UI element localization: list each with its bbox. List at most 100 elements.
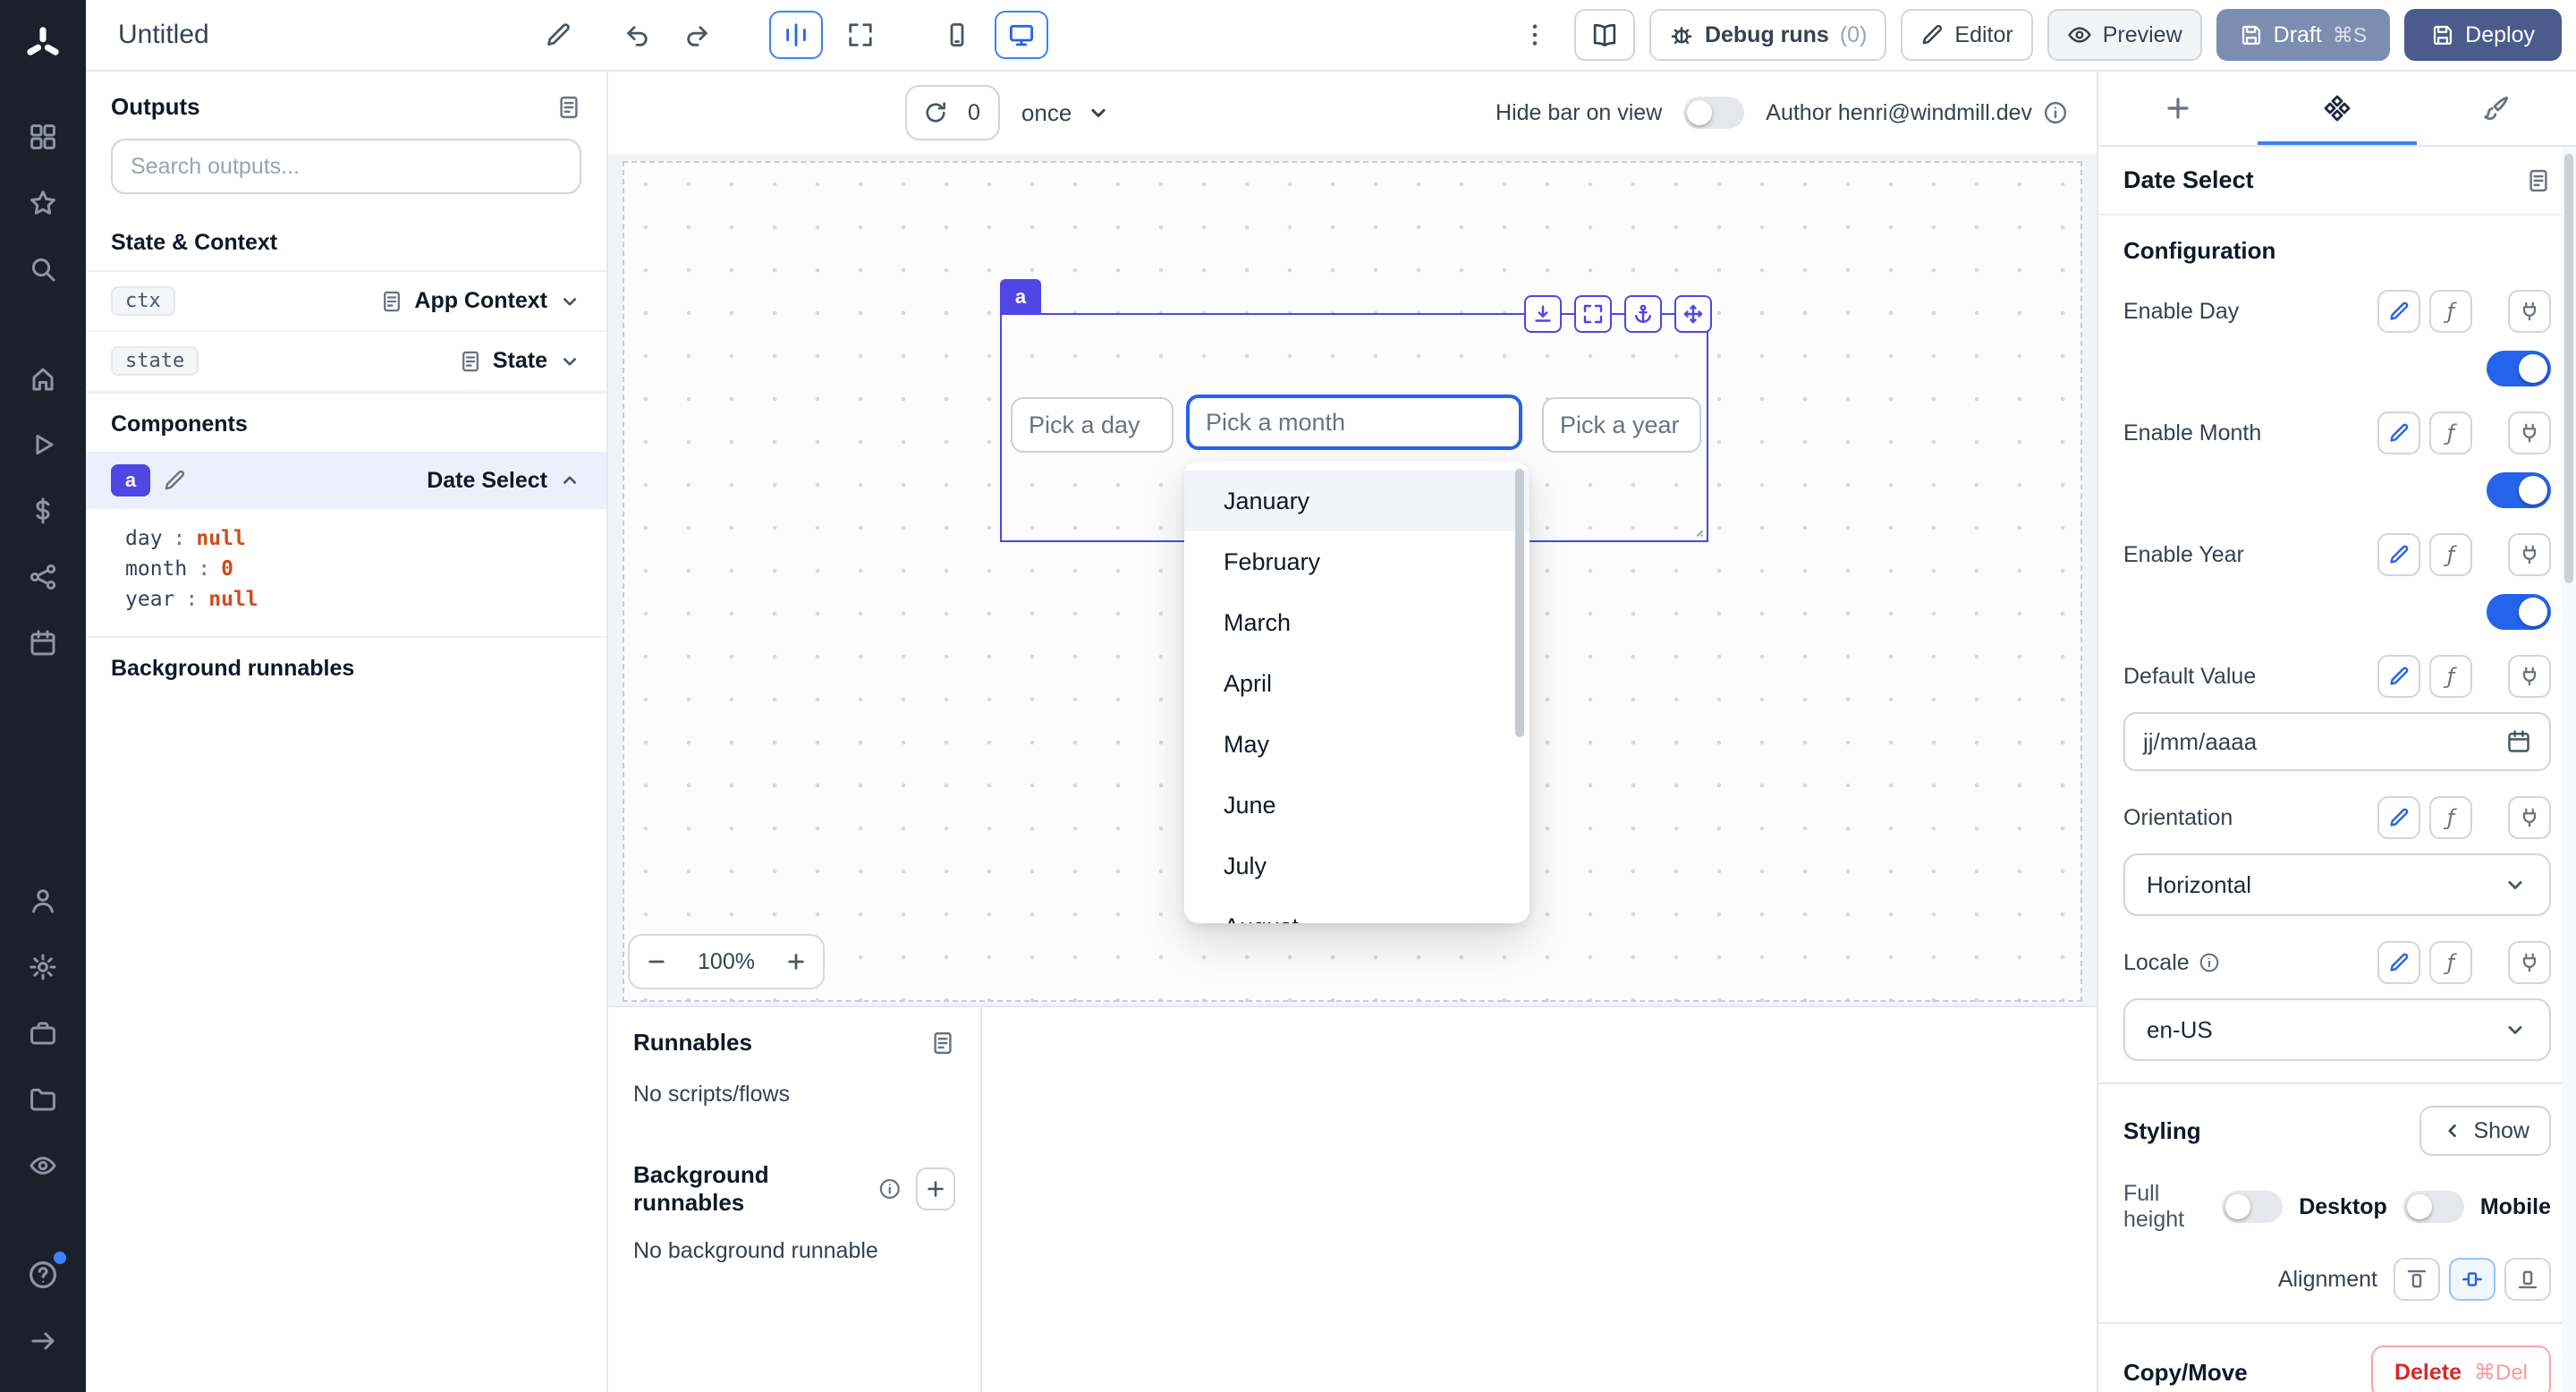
insert-component-tab[interactable] [2098,72,2258,145]
debug-runs-button[interactable]: Debug runs (0) [1649,9,1886,61]
month-option[interactable]: March [1184,592,1530,653]
billing-dollar-icon[interactable] [13,480,73,541]
folders-icon[interactable] [13,1069,73,1130]
resize-handle-icon[interactable] [1687,521,1705,539]
static-editor-pencil-button[interactable] [2377,533,2420,576]
zoom-out-button[interactable] [630,936,683,988]
align-center-button[interactable] [2449,1258,2496,1301]
ctx-row[interactable]: ctx App Context [86,272,606,332]
schedules-calendar-icon[interactable] [13,613,73,674]
dropdown-scrollbar[interactable] [1515,469,1524,737]
hide-bar-toggle[interactable] [1683,97,1744,129]
component-a-row[interactable]: a Date Select [86,452,606,509]
full-height-mobile-toggle[interactable] [2403,1191,2464,1223]
favorites-star-icon[interactable] [13,173,73,233]
pick-day-input[interactable] [1011,397,1174,453]
month-option[interactable]: June [1184,775,1530,836]
align-bottom-button[interactable] [2504,1258,2551,1301]
docs-book-button[interactable] [1574,9,1635,61]
align-top-button[interactable] [2394,1258,2440,1301]
connect-plug-button[interactable] [2508,290,2551,333]
fullscreen-button[interactable] [834,11,887,59]
fx-expression-button[interactable]: ƒ [2429,533,2472,576]
static-editor-pencil-button[interactable] [2377,655,2420,698]
locale-select[interactable]: en-US [2123,998,2551,1061]
month-option[interactable]: February [1184,531,1530,592]
state-row[interactable]: state State [86,332,606,392]
month-option[interactable]: August [1184,896,1530,923]
zoom-in-button[interactable] [769,936,823,988]
collapse-arrow-icon[interactable] [13,1311,73,1371]
deploy-button[interactable]: Deploy [2404,9,2562,61]
center-layout-button[interactable] [769,11,823,59]
panel-scrollbar[interactable] [2562,147,2576,1392]
connect-plug-button[interactable] [2508,533,2551,576]
state-doc-icon[interactable] [459,350,482,373]
component-settings-tab[interactable] [2258,72,2417,145]
connect-plug-button[interactable] [2508,655,2551,698]
outputs-doc-icon[interactable] [556,95,581,120]
windmill-logo-icon[interactable] [13,14,73,75]
workers-briefcase-icon[interactable] [13,1003,73,1064]
delete-component-button[interactable]: Delete ⌘Del [2371,1345,2551,1392]
fx-expression-button[interactable]: ƒ [2429,941,2472,984]
component-doc-icon[interactable] [2526,168,2551,193]
orientation-select[interactable]: Horizontal [2123,853,2551,916]
search-icon[interactable] [13,239,73,300]
fx-expression-button[interactable]: ƒ [2429,655,2472,698]
enable-day-toggle[interactable] [2487,351,2551,386]
redo-button[interactable] [673,10,723,60]
month-option[interactable]: May [1184,714,1530,775]
fullscreen-handle-icon[interactable] [1574,295,1612,333]
resources-hub-icon[interactable] [13,547,73,607]
rename-pencil-icon[interactable] [533,10,583,60]
apps-icon[interactable] [13,106,73,167]
fx-expression-button[interactable]: ƒ [2429,290,2472,333]
default-value-date-input[interactable]: jj/mm/aaaa [2123,712,2551,771]
expand-down-handle-icon[interactable] [1524,295,1562,333]
more-menu-kebab-icon[interactable] [1510,10,1560,60]
help-icon[interactable] [13,1244,73,1305]
enable-month-toggle[interactable] [2487,472,2551,508]
mobile-view-button[interactable] [930,11,984,59]
add-background-runnable-button[interactable] [916,1167,955,1210]
runs-play-icon[interactable] [13,414,73,475]
user-icon[interactable] [13,870,73,931]
month-option[interactable]: January [1184,471,1530,531]
pick-month-input[interactable] [1186,395,1522,450]
calendar-icon[interactable] [2506,729,2531,754]
anchor-handle-icon[interactable] [1624,295,1662,333]
ctx-doc-icon[interactable] [380,290,403,313]
fx-expression-button[interactable]: ƒ [2429,796,2472,839]
desktop-view-button[interactable] [995,11,1048,59]
static-editor-pencil-button[interactable] [2377,796,2420,839]
home-icon[interactable] [13,348,73,409]
refresh-icon[interactable] [907,87,964,139]
move-handle-icon[interactable] [1674,295,1712,333]
enable-year-toggle[interactable] [2487,594,2551,630]
preview-button[interactable]: Preview [2047,9,2202,61]
runnables-doc-icon[interactable] [930,1031,955,1056]
settings-gear-icon[interactable] [13,937,73,997]
connect-plug-button[interactable] [2508,412,2551,454]
draft-button[interactable]: Draft ⌘S [2216,9,2391,61]
undo-button[interactable] [612,10,662,60]
pick-year-input[interactable] [1542,397,1701,453]
full-height-desktop-toggle[interactable] [2222,1191,2283,1223]
connect-plug-button[interactable] [2508,796,2551,839]
search-outputs-input[interactable] [111,139,581,194]
component-rename-pencil-icon[interactable] [163,469,186,492]
audit-eye-icon[interactable] [13,1135,73,1196]
show-styling-button[interactable]: Show [2419,1106,2551,1156]
month-option[interactable]: July [1184,836,1530,896]
theme-tab[interactable] [2417,72,2576,145]
editor-button[interactable]: Editor [1901,9,2032,61]
month-option[interactable]: April [1184,653,1530,714]
connect-plug-button[interactable] [2508,941,2551,984]
canvas-grid[interactable]: a [623,161,2082,1002]
static-editor-pencil-button[interactable] [2377,412,2420,454]
static-editor-pencil-button[interactable] [2377,941,2420,984]
panel-scrollbar-thumb[interactable] [2564,154,2573,583]
fx-expression-button[interactable]: ƒ [2429,412,2472,454]
static-editor-pencil-button[interactable] [2377,290,2420,333]
